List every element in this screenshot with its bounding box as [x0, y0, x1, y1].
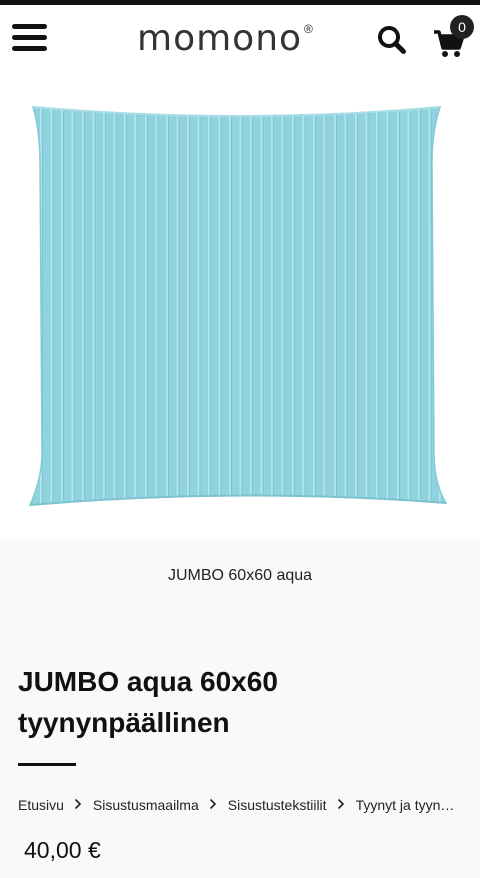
product-price: 40,00 €	[24, 837, 101, 863]
pillow-image	[28, 106, 448, 506]
breadcrumb-home[interactable]: Etusivu	[18, 797, 64, 813]
breadcrumb-sisustusmaailma[interactable]: Sisustusmaailma	[93, 797, 199, 813]
product-title: JUMBO aqua 60x60 tyynynpäällinen	[18, 666, 278, 738]
product-image[interactable]	[0, 73, 480, 540]
menu-icon[interactable]	[12, 24, 48, 54]
chevron-right-icon	[64, 797, 93, 813]
breadcrumb: Etusivu Sisustusmaailma Sisustustekstiil…	[18, 795, 480, 815]
logo[interactable]: momono ®	[137, 19, 313, 59]
breadcrumb-current[interactable]: Tyynyt ja tyynynpäälliset	[356, 797, 456, 813]
search-icon[interactable]	[377, 25, 407, 55]
image-caption: JUMBO 60x60 aqua	[167, 567, 313, 584]
site-header: momono ® 0	[0, 5, 480, 73]
chevron-right-icon	[199, 797, 228, 813]
title-divider	[18, 763, 76, 766]
logo-text: momono	[137, 18, 303, 59]
registered-mark: ®	[304, 22, 313, 36]
chevron-right-icon	[327, 797, 356, 813]
breadcrumb-sisustustekstiilit[interactable]: Sisustustekstiilit	[228, 797, 327, 813]
cart-count-badge[interactable]: 0	[450, 15, 474, 39]
